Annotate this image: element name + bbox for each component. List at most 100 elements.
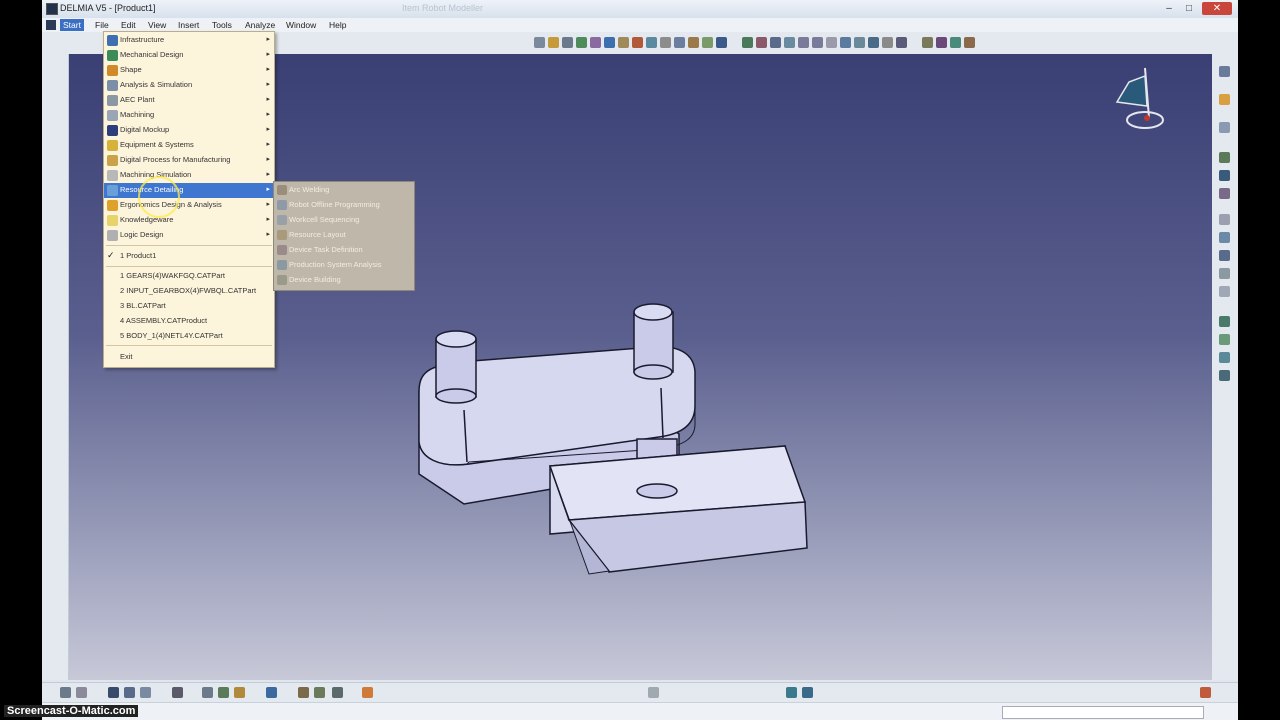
pan-icon[interactable] [770,37,781,48]
iso-view-icon[interactable] [854,37,865,48]
menu-tools[interactable]: Tools [209,19,235,31]
submenu-item-workcell-sequencing[interactable]: Workcell Sequencing [274,213,414,228]
fit-all-icon[interactable] [756,37,767,48]
submenu-item-device-building[interactable]: Device Building [274,273,414,288]
clash-icon[interactable] [604,37,615,48]
scenes-icon[interactable] [362,687,373,698]
catalog-icon[interactable] [716,37,727,48]
snap-tool-icon[interactable] [266,687,277,698]
menu-help[interactable]: Help [326,19,349,31]
menu-item-digital-mockup[interactable]: Digital Mockup ▸ [104,123,274,138]
menu-insert[interactable]: Insert [175,19,202,31]
player-icon[interactable] [702,37,713,48]
submenu-item-production-system-analysis[interactable]: Production System Analysis [274,258,414,273]
menu-edit[interactable]: Edit [118,19,139,31]
menu-item-infrastructure[interactable]: Infrastructure ▸ [104,33,274,48]
stop-command-icon[interactable] [1200,687,1211,698]
menu-item-recent-file-5[interactable]: 5 BODY_1(4)NETL4Y.CATPart [104,329,274,344]
hide-show-icon[interactable] [882,37,893,48]
power-input-field[interactable] [1002,706,1204,719]
layer-icon[interactable] [786,687,797,698]
manipulate-icon[interactable] [576,37,587,48]
compass-widget[interactable] [1115,67,1164,129]
menu-item-recent-file-3[interactable]: 3 BL.CATPart [104,299,274,314]
zoom-in-icon[interactable] [798,37,809,48]
section-icon[interactable] [632,37,643,48]
explode-icon[interactable] [298,687,309,698]
menu-item-recent-file-1[interactable]: 1 GEARS(4)WAKFGQ.CATPart [104,269,274,284]
track-icon[interactable] [660,37,671,48]
select-icon[interactable] [534,37,545,48]
analysis-icon[interactable] [950,37,961,48]
tool-tip-icon[interactable] [1219,250,1230,261]
3d-assembly-model[interactable] [418,303,808,575]
shading-icon[interactable] [868,37,879,48]
menu-item-knowledgeware[interactable]: Knowledgeware ▸ [104,213,274,228]
menu-item-aec-plant[interactable]: AEC Plant ▸ [104,93,274,108]
fix-icon[interactable] [218,687,229,698]
filter-icon[interactable] [802,687,813,698]
swap-space-icon[interactable] [896,37,907,48]
stop-manipulation-icon[interactable] [332,687,343,698]
annotation-icon[interactable] [936,37,947,48]
menu-item-resource-detailing[interactable]: Resource Detailing ▸ [104,183,274,198]
multi-view-icon[interactable] [840,37,851,48]
fixed-icon[interactable] [1219,334,1230,345]
replay-icon[interactable] [688,37,699,48]
component-icon[interactable] [140,687,151,698]
joint-icon[interactable] [1219,94,1230,105]
part-icon[interactable] [124,687,135,698]
snap-icon[interactable] [562,37,573,48]
maximize-button[interactable]: □ [1180,2,1198,15]
submenu-item-arc-welding[interactable]: Arc Welding [274,183,414,198]
hyperlink-icon[interactable] [964,37,975,48]
menu-item-machining[interactable]: Machining ▸ [104,108,274,123]
menu-item-machining-simulation[interactable]: Machining Simulation ▸ [104,168,274,183]
close-button[interactable]: ✕ [1202,2,1232,15]
product-icon[interactable] [108,687,119,698]
menu-analyze[interactable]: Analyze [242,19,278,31]
menu-item-exit[interactable]: Exit [104,350,274,365]
grid-icon[interactable] [648,687,659,698]
travel-limits-icon[interactable] [1219,214,1230,225]
menu-window[interactable]: Window [283,19,319,31]
revolute-icon[interactable] [1219,352,1230,363]
simulation-icon[interactable] [646,37,657,48]
mount-icon[interactable] [1219,286,1230,297]
device-building-tool-icon[interactable] [1219,66,1230,77]
inverse-kinematics-icon[interactable] [1219,232,1230,243]
menu-item-shape[interactable]: Shape ▸ [104,63,274,78]
update-icon[interactable] [234,687,245,698]
minimize-button[interactable]: – [1160,2,1178,15]
menu-view[interactable]: View [145,19,169,31]
normal-view-icon[interactable] [826,37,837,48]
jog-icon[interactable] [1219,170,1230,181]
sequence-icon[interactable] [674,37,685,48]
constraint-bar-icon[interactable] [202,687,213,698]
constraint-icon[interactable] [1219,316,1230,327]
menu-start[interactable]: Start [60,19,84,31]
move-icon[interactable] [548,37,559,48]
submenu-item-resource-layout[interactable]: Resource Layout [274,228,414,243]
menu-item-analysis-simulation[interactable]: Analysis & Simulation ▸ [104,78,274,93]
menu-item-mechanical-design[interactable]: Mechanical Design ▸ [104,48,274,63]
submenu-item-device-task-definition[interactable]: Device Task Definition [274,243,414,258]
prismatic-icon[interactable] [1219,370,1230,381]
distance-icon[interactable] [618,37,629,48]
menu-item-recent-file-2[interactable]: 2 INPUT_GEARBOX(4)FWBQL.CATPart [104,284,274,299]
menu-item-digital-process[interactable]: Digital Process for Manufacturing ▸ [104,153,274,168]
kinematics-icon[interactable] [1219,122,1230,133]
menu-item-logic-design[interactable]: Logic Design ▸ [104,228,274,243]
home-position-icon[interactable] [1219,188,1230,199]
measure-icon[interactable] [922,37,933,48]
fly-mode-icon[interactable] [742,37,753,48]
menu-item-current-doc[interactable]: ✓ 1 Product1 [104,249,274,264]
menu-item-equipment-systems[interactable]: Equipment & Systems ▸ [104,138,274,153]
menu-item-ergonomics[interactable]: Ergonomics Design & Analysis ▸ [104,198,274,213]
manipulation-icon[interactable] [314,687,325,698]
compass-icon[interactable] [590,37,601,48]
save-icon[interactable] [172,687,183,698]
rotate-icon[interactable] [784,37,795,48]
zoom-out-icon[interactable] [812,37,823,48]
menu-item-recent-file-4[interactable]: 4 ASSEMBLY.CATProduct [104,314,274,329]
